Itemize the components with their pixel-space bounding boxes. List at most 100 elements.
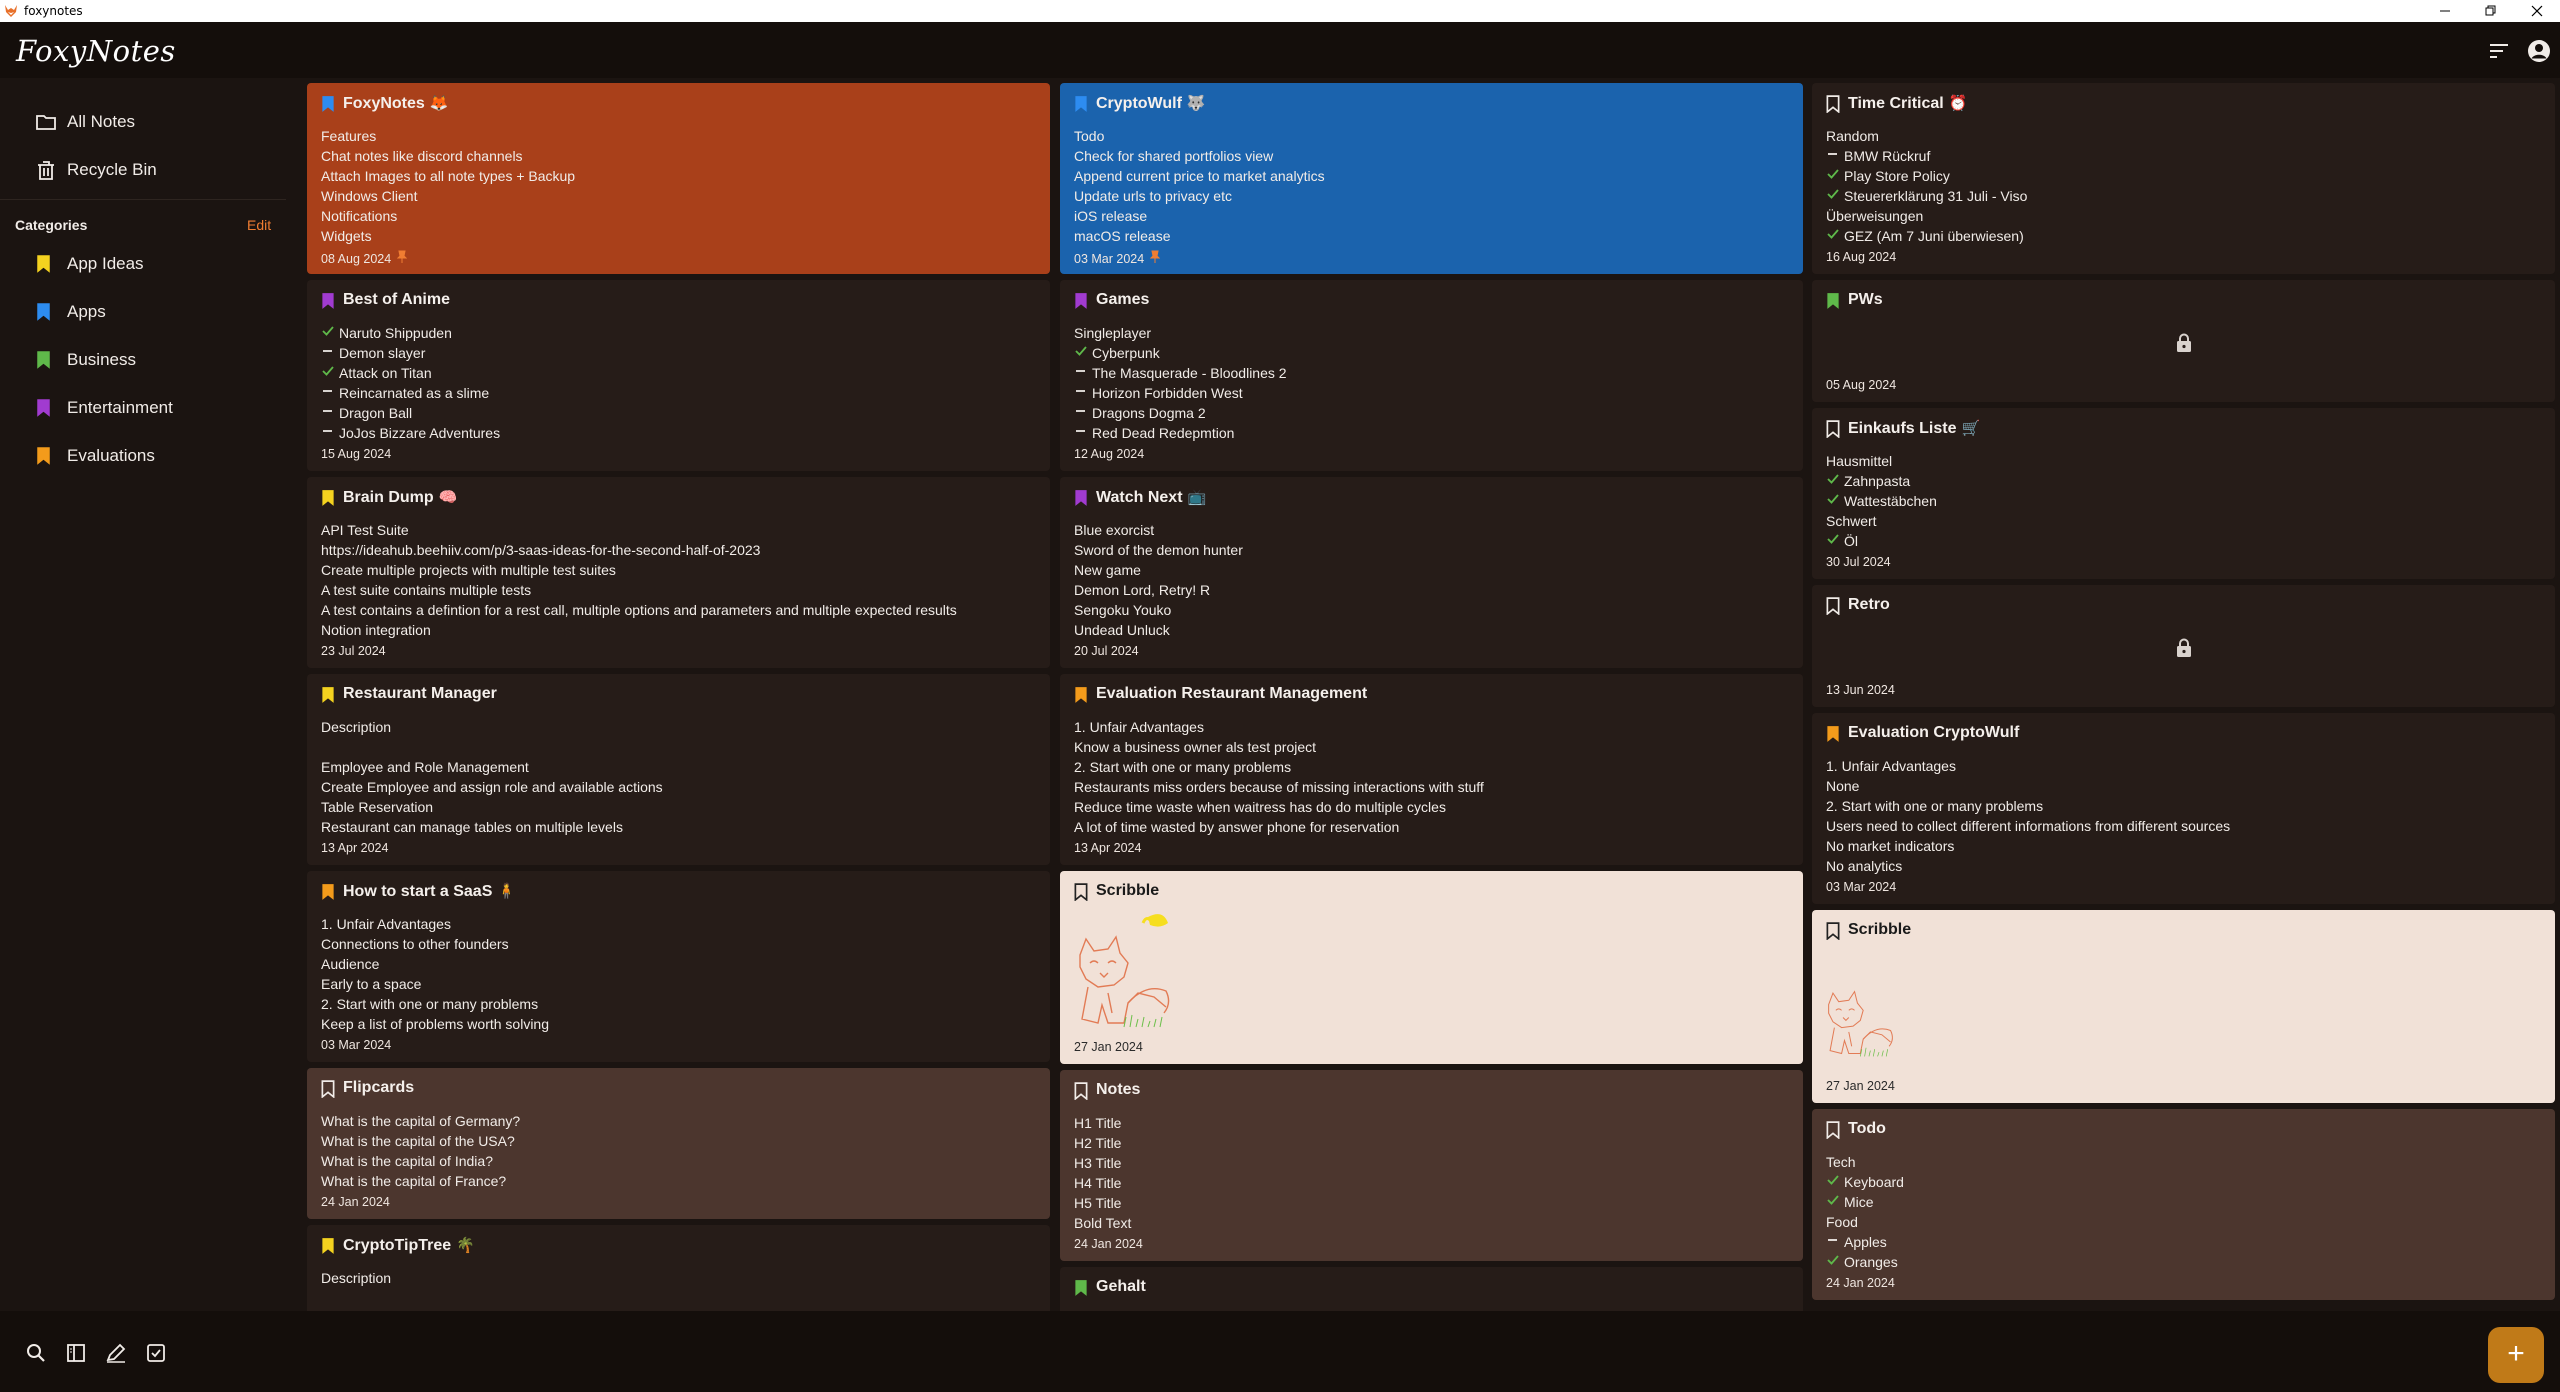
note-date-text: 13 Apr 2024	[1074, 841, 1142, 855]
bookmark-icon	[1826, 292, 1840, 315]
note-line: Description	[321, 717, 663, 737]
note-title-text: Scribble	[1848, 921, 1912, 938]
checklist-item[interactable]: Mice	[1826, 1192, 1904, 1212]
note-card[interactable]: Retro 13 Jun 2024	[1812, 585, 2555, 707]
note-card[interactable]: Games Singleplayer Cyberpunk The Masquerade…	[1060, 280, 1803, 471]
checklist-item[interactable]: Wattestäbchen	[1826, 491, 1937, 511]
sidebar-category-app-ideas[interactable]: App Ideas	[0, 242, 300, 286]
note-date: 05 Aug 2024	[1826, 378, 1896, 392]
note-card[interactable]: Scribble 27 Jan 2024	[1060, 871, 1803, 1064]
note-card[interactable]: Flipcards What is the capital of Germany?…	[307, 1068, 1050, 1219]
note-title-text: Retro	[1848, 596, 1890, 613]
pin-icon[interactable]	[1149, 250, 1161, 267]
restore-button[interactable]	[2467, 0, 2513, 22]
note-card[interactable]: Watch Next 📺 Blue exorcist Sword of the dem…	[1060, 477, 1803, 668]
checklist-item[interactable]: Zahnpasta	[1826, 471, 1937, 491]
edit-icon[interactable]	[104, 1341, 128, 1365]
note-date: 24 Jan 2024	[1826, 1276, 1895, 1290]
sidebar-category-label: Apps	[67, 302, 106, 321]
note-card[interactable]: Scribble 27 Jan 2024	[1812, 910, 2555, 1103]
checklist-item[interactable]: Steuererklärung 31 Juli - Viso	[1826, 186, 2027, 206]
sidebar-category-entertainment[interactable]: Entertainment	[0, 386, 300, 430]
bookmark-icon	[36, 254, 51, 279]
note-card[interactable]: CryptoWulf 🐺 Todo Check for shared portfoli…	[1060, 83, 1803, 274]
checklist-item[interactable]: BMW Rückruf	[1826, 146, 2027, 166]
checklist-item[interactable]: Oranges	[1826, 1252, 1904, 1272]
search-icon[interactable]	[24, 1341, 48, 1365]
note-card[interactable]: Einkaufs Liste 🛒 Hausmittel Zahnpasta Wattes…	[1812, 408, 2555, 579]
note-line: Demon Lord, Retry! R	[1074, 580, 1243, 600]
note-card[interactable]: Gehalt	[1060, 1267, 1803, 1311]
note-card[interactable]: FoxyNotes 🦊 Features Chat notes like discor…	[307, 83, 1050, 274]
note-line: Blue exorcist	[1074, 520, 1243, 540]
note-card[interactable]: PWs 05 Aug 2024	[1812, 280, 2555, 402]
checklist-item[interactable]: The Masquerade - Bloodlines 2	[1074, 363, 1287, 383]
checklist-item[interactable]: Demon slayer	[321, 343, 500, 363]
sort-icon[interactable]	[2485, 37, 2513, 65]
split-view-icon[interactable]	[64, 1341, 88, 1365]
checklist-item[interactable]: Naruto Shippuden	[321, 323, 500, 343]
note-body: 1. Unfair Advantages None 2. Start with on…	[1826, 756, 2230, 876]
checklist-item[interactable]: Play Store Policy	[1826, 166, 2027, 186]
note-body: 1. Unfair Advantages Know a business owne…	[1074, 717, 1484, 837]
bookmark-icon	[321, 489, 335, 512]
note-line-text: BMW Rückruf	[1844, 148, 1931, 164]
note-card[interactable]: Evaluation CryptoWulf 1. Unfair Advantage…	[1812, 713, 2555, 904]
checklist-item[interactable]: Apples	[1826, 1232, 1904, 1252]
note-title-text: Notes	[1096, 1081, 1141, 1098]
note-title-text: Gehalt	[1096, 1278, 1146, 1295]
note-line: Random	[1826, 126, 2027, 146]
sidebar-category-business[interactable]: Business	[0, 338, 300, 382]
checklist-item[interactable]: Dragons Dogma 2	[1074, 403, 1287, 423]
checklist-item[interactable]: Reincarnated as a slime	[321, 383, 500, 403]
note-card[interactable]: Brain Dump 🧠 API Test Suite https://ideahub…	[307, 477, 1050, 668]
sidebar-category-apps[interactable]: Apps	[0, 290, 300, 334]
minimize-button[interactable]	[2421, 0, 2467, 22]
note-line-text: Sengoku Youko	[1074, 602, 1172, 618]
checklist-item[interactable]: Keyboard	[1826, 1172, 1904, 1192]
note-line-text: Horizon Forbidden West	[1092, 385, 1243, 401]
note-card[interactable]: Notes H1 Title H2 Title H3 Title H4 Title H5 …	[1060, 1070, 1803, 1261]
checklist-item[interactable]: Dragon Ball	[321, 403, 500, 423]
checklist-item[interactable]: JoJos Bizzare Adventures	[321, 423, 500, 443]
note-line: A lot of time wasted by answer phone for…	[1074, 817, 1484, 837]
add-note-button[interactable]: +	[2488, 1327, 2544, 1383]
checklist-item[interactable]: Cyberpunk	[1074, 343, 1287, 363]
sidebar-item-label: Recycle Bin	[67, 160, 157, 179]
checklist-item[interactable]: GEZ (Am 7 Juni überwiesen)	[1826, 226, 2027, 246]
close-button[interactable]	[2513, 0, 2559, 22]
note-card[interactable]: CryptoTipTree 🌴 Description	[307, 1225, 1050, 1311]
sidebar-item-recycle-bin[interactable]: Recycle Bin	[0, 148, 300, 192]
checklist-item[interactable]: Öl	[1826, 531, 1937, 551]
checklist-item[interactable]: Attack on Titan	[321, 363, 500, 383]
note-card[interactable]: Restaurant Manager Description Employee an…	[307, 674, 1050, 865]
checklist-item[interactable]: Horizon Forbidden West	[1074, 383, 1287, 403]
sidebar-category-label: Evaluations	[67, 446, 155, 465]
note-body: H1 Title H2 Title H3 Title H4 Title H5 Title…	[1074, 1113, 1131, 1233]
note-card[interactable]: Best of Anime Naruto Shippuden Demon slaye…	[307, 280, 1050, 471]
note-card[interactable]: How to start a SaaS 🧍 1. Unfair Advantages…	[307, 871, 1050, 1062]
sidebar-item-all-notes[interactable]: All Notes	[0, 100, 300, 144]
note-date-text: 27 Jan 2024	[1826, 1079, 1895, 1093]
note-line: Chat notes like discord channels	[321, 146, 575, 166]
note-line-text: None	[1826, 778, 1860, 794]
note-card[interactable]: Evaluation Restaurant Management 1. Unfai…	[1060, 674, 1803, 865]
note-card[interactable]: Todo Tech Keyboard Mice Food Apples Oranges 24 …	[1812, 1109, 2555, 1300]
categories-edit-button[interactable]: Edit	[247, 217, 271, 233]
unchecked-dash-icon	[1074, 403, 1092, 423]
note-date-text: 16 Aug 2024	[1826, 250, 1897, 264]
sidebar-category-evaluations[interactable]: Evaluations	[0, 434, 300, 478]
note-line-text: Users need to collect different informat…	[1826, 818, 2231, 834]
checklist-icon[interactable]	[144, 1341, 168, 1365]
note-card[interactable]: Time Critical ⏰ Random BMW Rückruf Play Stor…	[1812, 83, 2555, 274]
note-title-text: Flipcards	[343, 1079, 415, 1096]
note-date-text: 03 Mar 2024	[1074, 251, 1145, 266]
account-icon[interactable]	[2525, 37, 2553, 65]
note-body: API Test Suite https://ideahub.beehiiv.co…	[321, 520, 957, 640]
note-title: Retro	[1848, 596, 1890, 614]
note-line-text: Early to a space	[321, 976, 422, 992]
note-line: Append current price to market analytics	[1074, 166, 1325, 186]
checklist-item[interactable]: Red Dead Redepmtion	[1074, 423, 1287, 443]
note-emoji: ⏰	[1948, 95, 1968, 112]
pin-icon[interactable]	[397, 250, 408, 267]
